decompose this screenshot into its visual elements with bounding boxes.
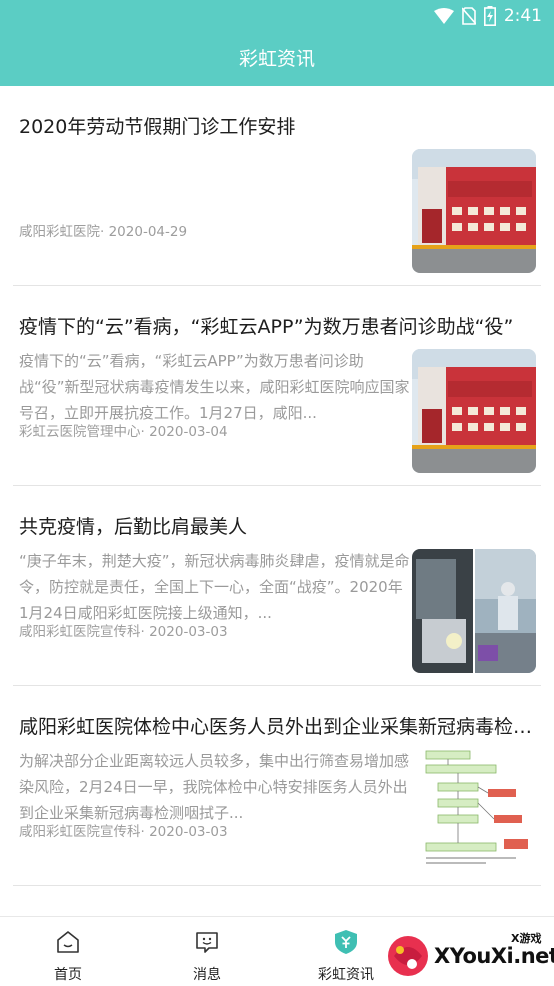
news-source: 彩虹云医院管理中心 [19, 424, 141, 440]
battery-charging-icon [483, 6, 496, 26]
tab-messages[interactable]: 消息 [162, 917, 252, 986]
news-summary: 为解决部分企业距离较远人员较多，集中出行筛查易增加感染风险，2月24日一早，我院… [19, 752, 410, 822]
news-date: 2020-03-04 [149, 424, 228, 440]
news-thumbnail [412, 349, 536, 473]
news-date: 2020-03-03 [149, 624, 228, 640]
site-watermark: X游戏 XYouXi.net [384, 926, 554, 984]
news-card[interactable]: 咸阳彩虹医院体检中心医务人员外出到企业采集新冠病毒检测咽拭子 为解决部分企业距离… [13, 686, 541, 886]
news-date: 2020-03-03 [149, 824, 228, 840]
news-source: 咸阳彩虹医院宣传科 [19, 824, 141, 840]
tab-rainbow-news[interactable]: 彩虹资讯 [301, 917, 391, 986]
news-list: 2020年劳动节假期门诊工作安排 咸阳彩虹医院· 2020-04-29 疫情下的… [0, 86, 554, 886]
tab-label: 彩虹资讯 [318, 967, 374, 983]
tab-home[interactable]: 首页 [23, 917, 113, 986]
shield-news-icon [333, 929, 359, 955]
news-source: 咸阳彩虹医院 [19, 224, 100, 240]
news-title: 咸阳彩虹医院体检中心医务人员外出到企业采集新冠病毒检测咽拭子 [19, 716, 535, 738]
news-summary [19, 148, 411, 226]
news-card[interactable]: 2020年劳动节假期门诊工作安排 咸阳彩虹医院· 2020-04-29 [13, 86, 541, 286]
news-thumbnail [412, 749, 536, 873]
no-sim-icon [461, 7, 476, 25]
tab-label: 首页 [54, 967, 82, 983]
news-thumbnail [412, 149, 536, 273]
news-meta: 咸阳彩虹医院宣传科· 2020-03-03 [19, 824, 228, 840]
news-meta: 咸阳彩虹医院宣传科· 2020-03-03 [19, 624, 228, 640]
page-title: 彩虹资讯 [238, 48, 315, 70]
news-source: 咸阳彩虹医院宣传科 [19, 624, 141, 640]
news-card[interactable]: 共克疫情，后勤比肩最美人 “庚子年末，荆楚大疫”，新冠状病毒肺炎肆虐，疫情就是命… [13, 486, 541, 686]
news-meta: 彩虹云医院管理中心· 2020-03-04 [19, 424, 228, 440]
status-bar: 2:41 [433, 5, 542, 27]
wifi-icon [433, 8, 454, 24]
news-title: 2020年劳动节假期门诊工作安排 [19, 116, 296, 138]
news-card[interactable]: 疫情下的“云”看病，“彩虹云APP”为数万患者问诊助战“役” 疫情下的“云”看病… [13, 286, 541, 486]
news-title: 共克疫情，后勤比肩最美人 [19, 516, 248, 538]
tab-label: 消息 [193, 967, 221, 983]
home-icon [55, 929, 81, 955]
news-meta: 咸阳彩虹医院· 2020-04-29 [19, 224, 188, 240]
app-header: 2:41 彩虹资讯 [0, 0, 554, 86]
news-date: 2020-04-29 [108, 224, 188, 240]
news-summary: 疫情下的“云”看病，“彩虹云APP”为数万患者问诊助战“役”新型冠状病毒疫情发生… [19, 352, 410, 422]
watermark-brand: XYouXi.net [434, 944, 554, 968]
message-icon [194, 929, 220, 955]
news-summary: “庚子年末，荆楚大疫”，新冠状病毒肺炎肆虐，疫情就是命令，防控就是责任，全国上下… [19, 552, 410, 622]
status-time: 2:41 [503, 6, 542, 26]
news-title: 疫情下的“云”看病，“彩虹云APP”为数万患者问诊助战“役” [19, 316, 514, 338]
news-thumbnail [412, 549, 536, 673]
